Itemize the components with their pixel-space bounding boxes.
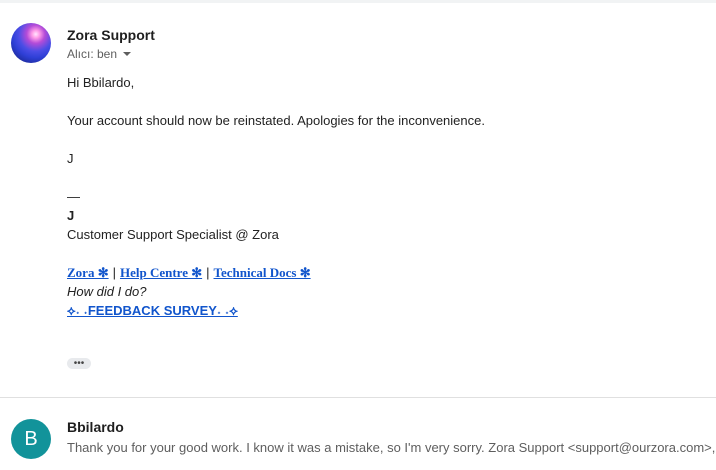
technical-docs-link[interactable]: Technical Docs ✻ — [214, 265, 311, 280]
feedback-survey-link[interactable]: ⟡˖ ˖FEEDBACK SURVEY˖ ˖⟡ — [67, 303, 238, 318]
message-snippet: Thank you for your good work. I know it … — [67, 440, 716, 455]
body-initial: J — [67, 151, 74, 166]
body-line: Your account should now be reinstated. A… — [67, 113, 485, 128]
link-separator: | — [206, 265, 210, 280]
recipient-label: Alıcı: ben — [67, 47, 118, 61]
sender-name[interactable]: Zora Support — [67, 27, 155, 43]
show-trimmed-content-button[interactable]: ••• — [67, 358, 91, 369]
recipient-details-toggle[interactable]: Alıcı: ben — [67, 47, 132, 61]
email-body: Hi Bbilardo, Your account should now be … — [67, 73, 485, 320]
top-border — [0, 0, 716, 3]
signature-title: Customer Support Specialist @ Zora — [67, 227, 279, 242]
sender-name[interactable]: Bbilardo — [67, 419, 124, 435]
chevron-down-icon[interactable] — [123, 52, 132, 56]
signature-separator: — — [67, 189, 80, 204]
sender-avatar[interactable] — [11, 23, 51, 63]
feedback-prompt: How did I do? — [67, 284, 147, 299]
zora-link[interactable]: Zora ✻ — [67, 265, 109, 280]
help-centre-link[interactable]: Help Centre ✻ — [120, 265, 202, 280]
link-separator: | — [112, 265, 116, 280]
signature-links: Zora ✻ | Help Centre ✻ | Technical Docs ✻ — [67, 263, 485, 282]
sender-avatar[interactable]: B — [11, 419, 51, 459]
signature-name: J — [67, 208, 75, 223]
email-message-collapsed[interactable]: B Bbilardo Thank you for your good work.… — [0, 398, 716, 470]
greeting: Hi Bbilardo, — [67, 75, 135, 90]
